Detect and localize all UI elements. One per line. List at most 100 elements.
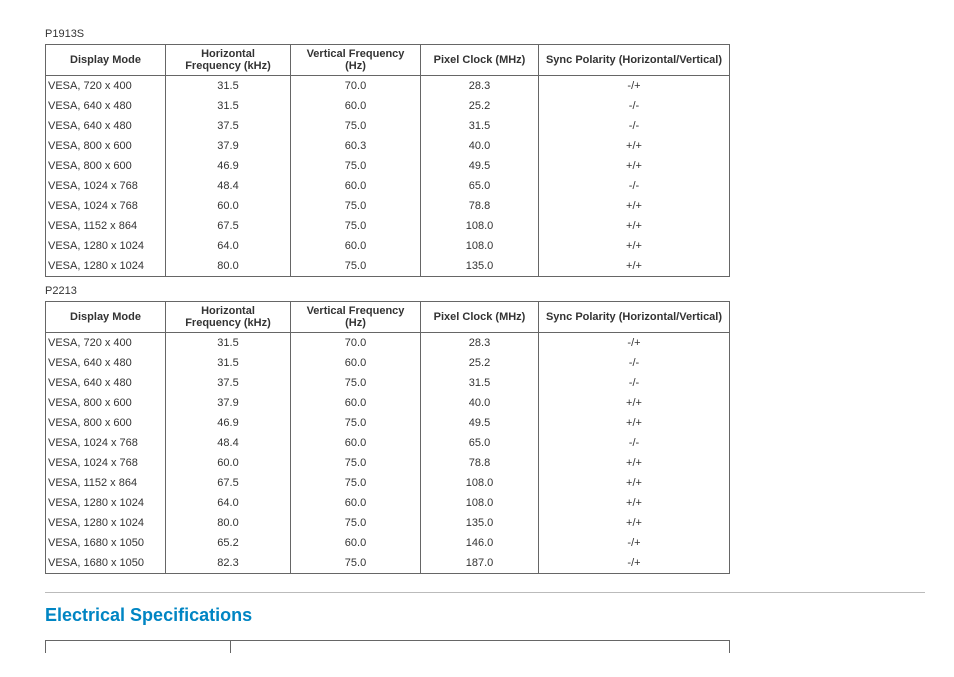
table-header-row: Display Mode Horizontal Frequency (kHz) … [46,45,730,76]
cell-value: 28.3 [421,333,539,354]
cell-value: 146.0 [421,533,539,553]
cell-value: 60.0 [291,96,421,116]
cell-display-mode: VESA, 1024 x 768 [46,196,166,216]
cell-value: 187.0 [421,553,539,574]
cell-value: 60.0 [166,196,291,216]
cell-value: 48.4 [166,176,291,196]
cell-value: -/- [539,96,730,116]
cell-value: 40.0 [421,136,539,156]
col-horizontal-frequency: Horizontal Frequency (kHz) [166,45,291,76]
cell-value: +/+ [539,216,730,236]
cell-value: 60.0 [166,453,291,473]
cell-value: 60.0 [291,236,421,256]
cell-value: 37.5 [166,373,291,393]
col-horizontal-frequency: Horizontal Frequency (kHz) [166,302,291,333]
cell-value: +/+ [539,513,730,533]
table-row [46,641,730,654]
cell-value: 48.4 [166,433,291,453]
col-pixel-clock: Pixel Clock (MHz) [421,302,539,333]
cell-display-mode: VESA, 1680 x 1050 [46,533,166,553]
table-row: VESA, 1024 x 76848.460.065.0-/- [46,176,730,196]
cell-display-mode: VESA, 1152 x 864 [46,216,166,236]
cell-value: 82.3 [166,553,291,574]
col-vertical-frequency: Vertical Frequency (Hz) [291,302,421,333]
cell-value: 31.5 [166,353,291,373]
col-display-mode: Display Mode [46,45,166,76]
table-row: VESA, 1280 x 102464.060.0108.0+/+ [46,236,730,256]
cell-display-mode: VESA, 720 x 400 [46,76,166,97]
table-row: VESA, 800 x 60046.975.049.5+/+ [46,413,730,433]
cell-display-mode: VESA, 1024 x 768 [46,433,166,453]
cell-display-mode: VESA, 1280 x 1024 [46,493,166,513]
cell-display-mode: VESA, 1024 x 768 [46,176,166,196]
electrical-specs-heading: Electrical Specifications [45,605,909,626]
preset-modes-table-p1913s: Display Mode Horizontal Frequency (kHz) … [45,44,730,277]
cell-value: 31.5 [166,333,291,354]
cell-value: 46.9 [166,413,291,433]
table-row: VESA, 1280 x 102464.060.0108.0+/+ [46,493,730,513]
cell-value: 75.0 [291,453,421,473]
cell-value: 70.0 [291,76,421,97]
table-row: VESA, 640 x 48031.560.025.2-/- [46,353,730,373]
cell-value: 108.0 [421,216,539,236]
cell-value: 49.5 [421,156,539,176]
cell-value: -/- [539,176,730,196]
cell-value: 31.5 [421,116,539,136]
cell-value: 64.0 [166,493,291,513]
cell-value: 31.5 [166,96,291,116]
cell-value: 25.2 [421,353,539,373]
cell-display-mode: VESA, 640 x 480 [46,116,166,136]
table-row: VESA, 720 x 40031.570.028.3-/+ [46,333,730,354]
cell-value: +/+ [539,473,730,493]
cell-value: 60.0 [291,176,421,196]
cell-display-mode: VESA, 800 x 600 [46,393,166,413]
col-vertical-frequency: Vertical Frequency (Hz) [291,45,421,76]
cell-display-mode: VESA, 1280 x 1024 [46,236,166,256]
cell-value: 70.0 [291,333,421,354]
cell-value: 37.5 [166,116,291,136]
cell-value: +/+ [539,136,730,156]
cell-display-mode: VESA, 800 x 600 [46,136,166,156]
cell-value: -/+ [539,333,730,354]
empty-cell [46,641,231,654]
col-pixel-clock: Pixel Clock (MHz) [421,45,539,76]
electrical-specs-table-top [45,640,730,653]
cell-display-mode: VESA, 1280 x 1024 [46,513,166,533]
cell-value: 31.5 [421,373,539,393]
cell-value: 67.5 [166,473,291,493]
table-row: VESA, 720 x 40031.570.028.3-/+ [46,76,730,97]
cell-value: 60.0 [291,393,421,413]
table-row: VESA, 1680 x 105065.260.0146.0-/+ [46,533,730,553]
cell-value: +/+ [539,453,730,473]
table-row: VESA, 800 x 60037.960.040.0+/+ [46,393,730,413]
cell-display-mode: VESA, 640 x 480 [46,373,166,393]
table-header-row: Display Mode Horizontal Frequency (kHz) … [46,302,730,333]
cell-value: -/+ [539,533,730,553]
col-sync-polarity: Sync Polarity (Horizontal/Vertical) [539,302,730,333]
table-row: VESA, 1280 x 102480.075.0135.0+/+ [46,513,730,533]
cell-value: 78.8 [421,453,539,473]
cell-value: 60.3 [291,136,421,156]
cell-value: 80.0 [166,513,291,533]
section-divider [45,592,925,593]
cell-value: -/+ [539,553,730,574]
cell-value: 28.3 [421,76,539,97]
cell-display-mode: VESA, 1152 x 864 [46,473,166,493]
cell-value: 75.0 [291,413,421,433]
table-row: VESA, 1024 x 76860.075.078.8+/+ [46,196,730,216]
cell-value: -/- [539,433,730,453]
table-row: VESA, 1152 x 86467.575.0108.0+/+ [46,473,730,493]
cell-value: 31.5 [166,76,291,97]
cell-value: +/+ [539,156,730,176]
cell-value: 75.0 [291,373,421,393]
table-row: VESA, 800 x 60037.960.340.0+/+ [46,136,730,156]
table-row: VESA, 640 x 48037.575.031.5-/- [46,373,730,393]
cell-value: 75.0 [291,116,421,136]
cell-value: +/+ [539,413,730,433]
cell-value: 60.0 [291,493,421,513]
cell-display-mode: VESA, 800 x 600 [46,156,166,176]
table2-label: P2213 [45,285,909,297]
cell-value: 108.0 [421,473,539,493]
empty-cell [231,641,730,654]
cell-display-mode: VESA, 640 x 480 [46,353,166,373]
